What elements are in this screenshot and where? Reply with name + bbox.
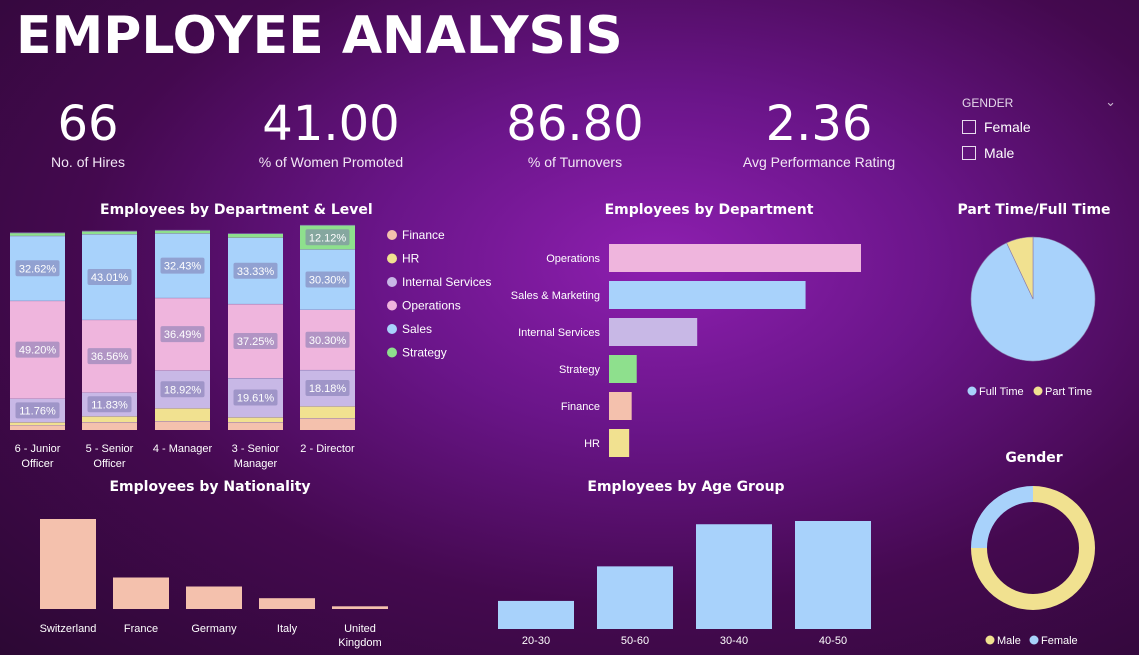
bar-segment-strategy[interactable] xyxy=(82,231,137,235)
bar-hr[interactable] xyxy=(609,429,630,457)
bar-segment-finance[interactable] xyxy=(228,422,283,430)
category-label: Finance xyxy=(561,401,600,413)
bar-segment-hr[interactable] xyxy=(155,408,210,422)
bar-age-20-30[interactable] xyxy=(498,600,574,629)
bar-italy[interactable] xyxy=(259,598,315,609)
bar-age-40-50[interactable] xyxy=(795,521,871,629)
category-label: United xyxy=(344,623,376,635)
bar-sales-marketing[interactable] xyxy=(609,281,806,309)
data-label: 11.76% xyxy=(19,405,56,417)
bar-finance[interactable] xyxy=(609,392,632,420)
legend-marker xyxy=(1029,635,1039,645)
category-label: Internal Services xyxy=(518,327,600,339)
category-label: 20-30 xyxy=(522,635,550,647)
bar-segment-finance[interactable] xyxy=(300,418,355,430)
bar-segment-strategy[interactable] xyxy=(10,232,65,236)
legend-marker xyxy=(985,635,995,645)
legend-marker xyxy=(1033,386,1043,396)
bar-segment-hr[interactable] xyxy=(82,416,137,423)
data-label: 49.20% xyxy=(19,345,57,357)
category-label: Officer xyxy=(93,458,126,470)
charts-canvas: 11.76% 49.20% 32.62% 6 - Junior Officer 11.83… xyxy=(10,224,1096,649)
data-label: 12.12% xyxy=(309,232,347,244)
bar-segment-strategy[interactable] xyxy=(228,233,283,238)
category-label: Kingdom xyxy=(338,637,381,649)
category-label: Italy xyxy=(277,623,298,635)
bar-segment-finance[interactable] xyxy=(155,421,210,430)
bar-operations[interactable] xyxy=(609,244,861,272)
category-label: 4 - Manager xyxy=(153,443,213,455)
data-label: 11.83% xyxy=(91,399,128,411)
bar-switzerland[interactable] xyxy=(40,519,96,609)
data-label: 36.56% xyxy=(91,351,129,363)
data-label: 36.49% xyxy=(164,329,202,341)
bar-germany[interactable] xyxy=(186,586,242,610)
legend-marker xyxy=(387,253,397,264)
category-label: France xyxy=(124,623,158,635)
category-label: 30-40 xyxy=(720,635,748,647)
category-label: 5 - Senior xyxy=(86,443,134,455)
category-label: 2 - Director xyxy=(300,443,355,455)
category-label: Strategy xyxy=(559,364,600,376)
legend-label: Part Time xyxy=(1045,386,1092,398)
category-label: HR xyxy=(584,438,600,450)
category-label: 6 - Junior xyxy=(15,443,61,455)
category-label: Germany xyxy=(191,623,237,635)
category-label: Manager xyxy=(234,458,278,470)
legend-marker xyxy=(387,347,397,358)
category-label: Officer xyxy=(21,458,54,470)
legend-marker xyxy=(387,277,397,287)
category-label: 50-60 xyxy=(621,635,649,647)
legend-label: HR xyxy=(402,252,420,266)
legend-label: Sales xyxy=(402,322,432,336)
data-label: 33.33% xyxy=(237,266,275,278)
legend-label: Finance xyxy=(402,228,445,242)
bar-united-kingdom[interactable] xyxy=(332,606,388,609)
legend-label: Full Time xyxy=(979,386,1024,398)
legend-marker xyxy=(967,386,977,396)
bar-age-50-60[interactable] xyxy=(597,566,673,629)
data-label: 18.18% xyxy=(309,383,347,395)
legend-label: Male xyxy=(997,635,1021,647)
bar-france[interactable] xyxy=(113,577,169,610)
bar-strategy[interactable] xyxy=(609,355,637,383)
legend-marker xyxy=(387,324,397,334)
legend-label: Operations xyxy=(402,299,461,313)
bar-segment-strategy[interactable] xyxy=(155,230,210,234)
bar-segment-hr[interactable] xyxy=(300,406,355,419)
category-label: Sales & Marketing xyxy=(511,290,600,302)
data-label: 30.30% xyxy=(309,274,347,286)
data-label: 19.61% xyxy=(237,393,275,405)
legend-label: Female xyxy=(1041,635,1078,647)
data-label: 32.43% xyxy=(164,261,202,273)
donut-slice-female[interactable] xyxy=(971,486,1033,548)
bar-segment-hr[interactable] xyxy=(10,422,65,426)
bar-segment-hr[interactable] xyxy=(228,417,283,423)
data-label: 37.25% xyxy=(237,336,275,348)
bar-internal-services[interactable] xyxy=(609,318,698,346)
legend-marker xyxy=(387,300,397,311)
legend-label: Internal Services xyxy=(402,275,491,289)
data-label: 18.92% xyxy=(164,384,202,396)
bar-age-30-40[interactable] xyxy=(696,524,772,629)
category-label: Operations xyxy=(546,253,600,265)
category-label: 40-50 xyxy=(819,635,847,647)
data-label: 30.30% xyxy=(309,335,347,347)
bar-segment-finance[interactable] xyxy=(82,422,137,430)
data-label: 32.62% xyxy=(19,263,57,275)
category-label: Switzerland xyxy=(40,623,97,635)
category-label: 3 - Senior xyxy=(232,443,280,455)
data-label: 43.01% xyxy=(91,272,129,284)
legend-label: Strategy xyxy=(402,346,447,360)
bar-segment-finance[interactable] xyxy=(10,425,65,430)
legend-marker xyxy=(387,230,397,240)
